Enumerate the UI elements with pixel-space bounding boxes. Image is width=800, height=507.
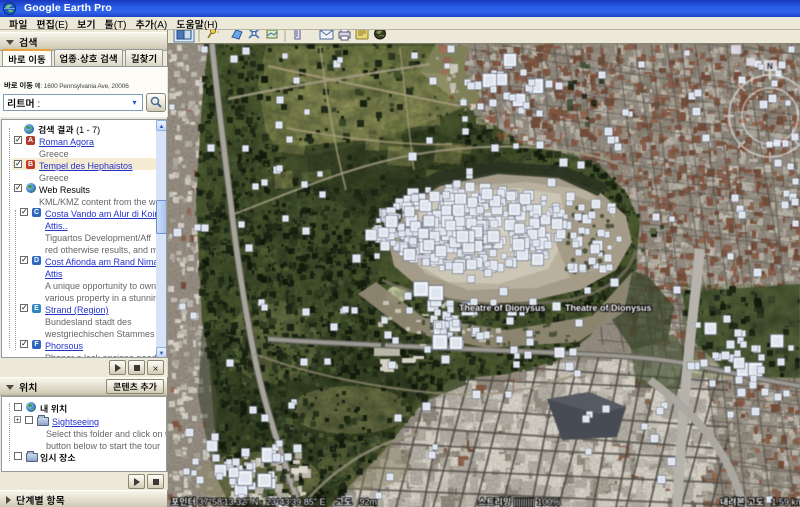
svg-text:스트리밍 ||||||||| 100%: 스트리밍 ||||||||| 100% — [478, 495, 560, 507]
svg-text:포인터 37°58'13.32" N 23°43'39.: 포인터 37°58'13.32" N 23°43'39.85" E 고도 92m — [171, 495, 377, 507]
svg-text:N: N — [767, 62, 773, 71]
svg-text:Theatre of Dionysus: Theatre of Dionysus — [459, 303, 546, 313]
svg-text:내려본 고도 1.59 km: 내려본 고도 1.59 km — [720, 495, 800, 507]
svg-text:Theatre of Dionysus: Theatre of Dionysus — [565, 303, 652, 313]
